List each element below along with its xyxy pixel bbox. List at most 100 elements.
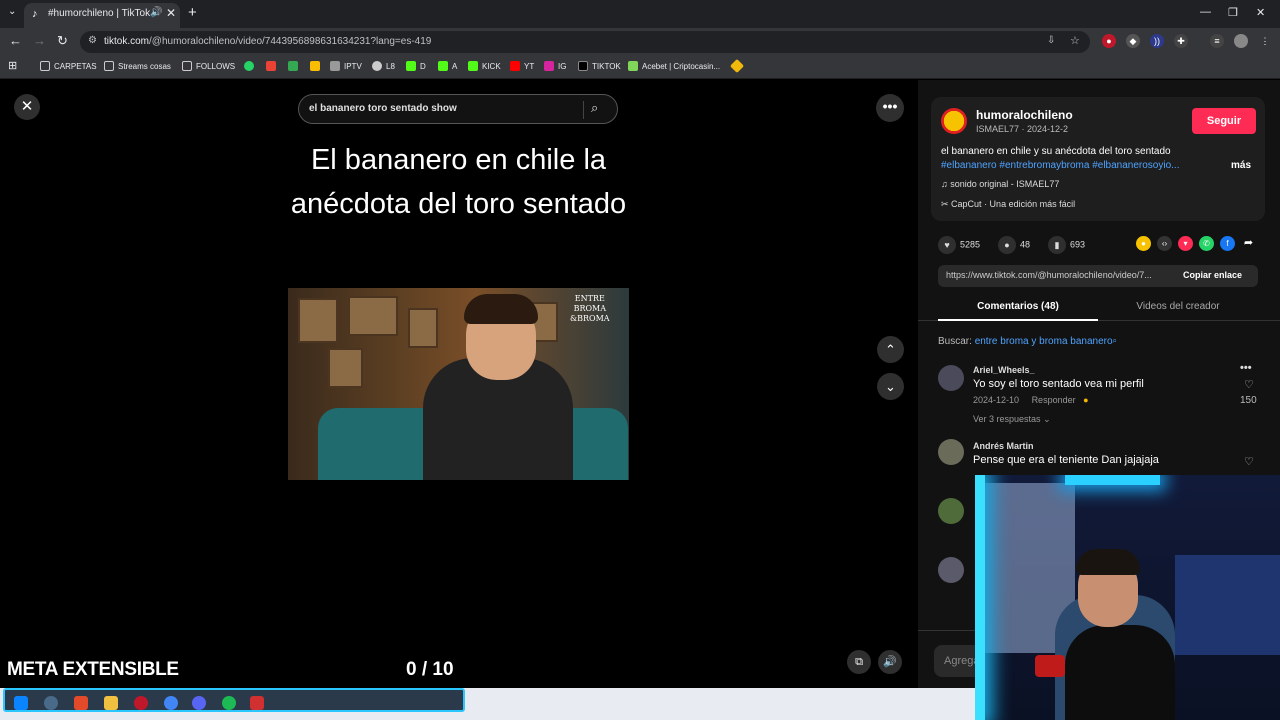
app-icon[interactable] xyxy=(250,696,264,710)
puzzle-icon[interactable]: ✚ xyxy=(1174,34,1188,48)
profile-avatar[interactable] xyxy=(1234,34,1248,48)
bookmark-star-icon[interactable]: ☆ xyxy=(1070,34,1080,47)
comment-text: Pense que era el teniente Dan jajajaja xyxy=(973,454,1159,466)
chrome-icon[interactable] xyxy=(164,696,178,710)
tab-creator-videos[interactable]: Videos del creador xyxy=(1098,301,1258,312)
view-replies-button[interactable]: Ver 3 respuestas ⌄ xyxy=(973,414,1051,425)
video-player[interactable]: El bananero en chile la anécdota del tor… xyxy=(288,130,629,688)
bookmark-item[interactable]: IPTV xyxy=(330,61,362,71)
install-app-icon[interactable]: ⇩ xyxy=(1047,35,1055,46)
site-info-icon[interactable]: ⚙ xyxy=(88,35,97,46)
bookmark-item[interactable]: IG xyxy=(544,61,566,71)
next-video-button[interactable]: ⌄ xyxy=(877,373,904,400)
menu-icon[interactable]: ⋮ xyxy=(1258,34,1272,48)
more-link[interactable]: más xyxy=(1231,160,1251,171)
share-link[interactable]: https://www.tiktok.com/@humoralochileno/… xyxy=(946,270,1174,280)
media-icon[interactable]: ≡ xyxy=(1210,34,1224,48)
bookmark-folder[interactable]: CARPETAS xyxy=(40,61,97,71)
browser-tab[interactable]: ♪ #humorchileno | TikTok 🔊 ✕ xyxy=(24,3,180,28)
reply-button[interactable]: Responder xyxy=(1032,395,1076,405)
discord-icon[interactable] xyxy=(192,696,206,710)
capcut-link[interactable]: ✂ CapCut · Una edición más fácil xyxy=(941,199,1075,210)
close-window-icon[interactable]: ✕ xyxy=(1256,6,1265,19)
volume-icon[interactable]: 🔊 xyxy=(878,650,902,674)
bookmark-item[interactable]: Acebet | Criptocasin... xyxy=(628,61,720,71)
creator-subline: ISMAEL77 · 2024-12-2 xyxy=(976,124,1069,134)
commenter-avatar[interactable] xyxy=(938,557,964,583)
hashtags[interactable]: #elbananero #entrebromaybroma #elbananer… xyxy=(941,160,1213,171)
keep-icon[interactable] xyxy=(310,61,324,71)
spotify-icon[interactable] xyxy=(222,696,236,710)
share-icon[interactable]: ➦ xyxy=(1241,236,1256,251)
bookmark-item[interactable]: KICK xyxy=(468,61,501,71)
start-icon[interactable] xyxy=(14,696,28,710)
embed-icon[interactable]: ‹› xyxy=(1157,236,1172,251)
whatsapp-icon[interactable] xyxy=(244,61,258,71)
app-icon[interactable] xyxy=(134,696,148,710)
creator-avatar[interactable] xyxy=(941,108,967,134)
extension-icon[interactable]: ● xyxy=(1102,34,1116,48)
extension-icon[interactable]: ◆ xyxy=(1126,34,1140,48)
bookmark-item[interactable]: YT xyxy=(510,61,534,71)
more-options-button[interactable]: ••• xyxy=(876,94,904,122)
extension-icon[interactable]: )) xyxy=(1150,34,1164,48)
brave-icon[interactable] xyxy=(74,696,88,710)
maximize-icon[interactable]: ❐ xyxy=(1228,6,1238,19)
minimize-icon[interactable]: — xyxy=(1200,6,1211,18)
back-icon[interactable]: ← xyxy=(9,33,22,48)
send-icon[interactable]: ▾ xyxy=(1178,236,1193,251)
url-text[interactable]: tiktok.com/@humoralochileno/video/744395… xyxy=(104,36,431,47)
gmail-icon[interactable] xyxy=(266,61,280,71)
comment-like-icon[interactable]: ♡ xyxy=(1244,378,1254,391)
search-bar[interactable]: el bananero toro sentado show ⌕ xyxy=(298,94,618,124)
commenter-avatar[interactable] xyxy=(938,439,964,465)
commenter-avatar[interactable] xyxy=(938,498,964,524)
comment-count: 48 xyxy=(1020,239,1031,250)
bookmark-folder[interactable]: Streams cosas xyxy=(104,61,171,71)
bookmark-item[interactable]: A xyxy=(438,61,457,71)
search-icon[interactable]: ⌕ xyxy=(591,100,598,116)
comment-button[interactable]: ● 48 xyxy=(998,236,1030,254)
save-button[interactable]: ▮ 693 xyxy=(1048,236,1085,254)
comment-more-icon[interactable]: ••• xyxy=(1240,362,1252,374)
creator-username[interactable]: humoralochileno xyxy=(976,108,1073,122)
bookmark-item[interactable]: TIKTOK xyxy=(578,61,621,71)
forward-icon[interactable]: → xyxy=(33,33,46,48)
coin-icon[interactable]: ● xyxy=(1136,236,1151,251)
speaker-icon[interactable]: 🔊 xyxy=(150,7,162,18)
tab-comments[interactable]: Comentarios (48) xyxy=(938,301,1098,321)
search-suggestion-prefix: Buscar: xyxy=(938,336,972,347)
commenter-name[interactable]: Ariel_Wheels_ xyxy=(973,365,1035,375)
close-video-button[interactable]: ✕ xyxy=(14,94,40,120)
tab-title: #humorchileno | TikTok xyxy=(48,8,151,19)
bookmark-folder[interactable]: FOLLOWS xyxy=(182,61,235,71)
copy-link-button[interactable]: Copiar enlace xyxy=(1183,270,1242,280)
bookmark-item[interactable]: L8 xyxy=(372,61,395,71)
drive-icon[interactable] xyxy=(288,61,302,71)
search-input[interactable]: el bananero toro sentado show xyxy=(309,103,457,114)
facebook-share-icon[interactable]: f xyxy=(1220,236,1235,251)
apps-icon[interactable]: ⊞ xyxy=(8,59,17,72)
search-suggestion[interactable]: Buscar: entre broma y broma bananero⌕ xyxy=(938,336,1117,347)
previous-video-button[interactable]: ⌃ xyxy=(877,336,904,363)
webcam-overlay xyxy=(975,475,1280,720)
like-button[interactable]: ♥ 5285 xyxy=(938,236,980,254)
new-tab-button[interactable]: + xyxy=(188,4,197,21)
address-bar[interactable]: ⚙ tiktok.com/@humoralochileno/video/7443… xyxy=(80,31,1090,53)
commenter-name[interactable]: Andrés Martin xyxy=(973,441,1034,451)
tab-search-icon[interactable]: ⌄ xyxy=(8,6,16,17)
whatsapp-share-icon[interactable]: ✆ xyxy=(1199,236,1214,251)
floating-player-icon[interactable]: ⧉ xyxy=(847,650,871,674)
stream-goal-label: META EXTENSIBLE xyxy=(7,659,179,680)
binance-icon[interactable] xyxy=(729,58,746,74)
settings-icon[interactable] xyxy=(44,696,58,710)
comment-like-icon[interactable]: ♡ xyxy=(1244,455,1254,468)
follow-button[interactable]: Seguir xyxy=(1192,108,1256,134)
close-tab-icon[interactable]: ✕ xyxy=(166,6,176,20)
folder-icon[interactable] xyxy=(104,696,118,710)
sound-link[interactable]: ♫ sonido original - ISMAEL77 xyxy=(941,179,1059,189)
reload-icon[interactable]: ↻ xyxy=(57,33,68,49)
commenter-avatar[interactable] xyxy=(938,365,964,391)
capcut-icon: ✂ xyxy=(941,199,952,209)
bookmark-item[interactable]: D xyxy=(406,61,426,71)
